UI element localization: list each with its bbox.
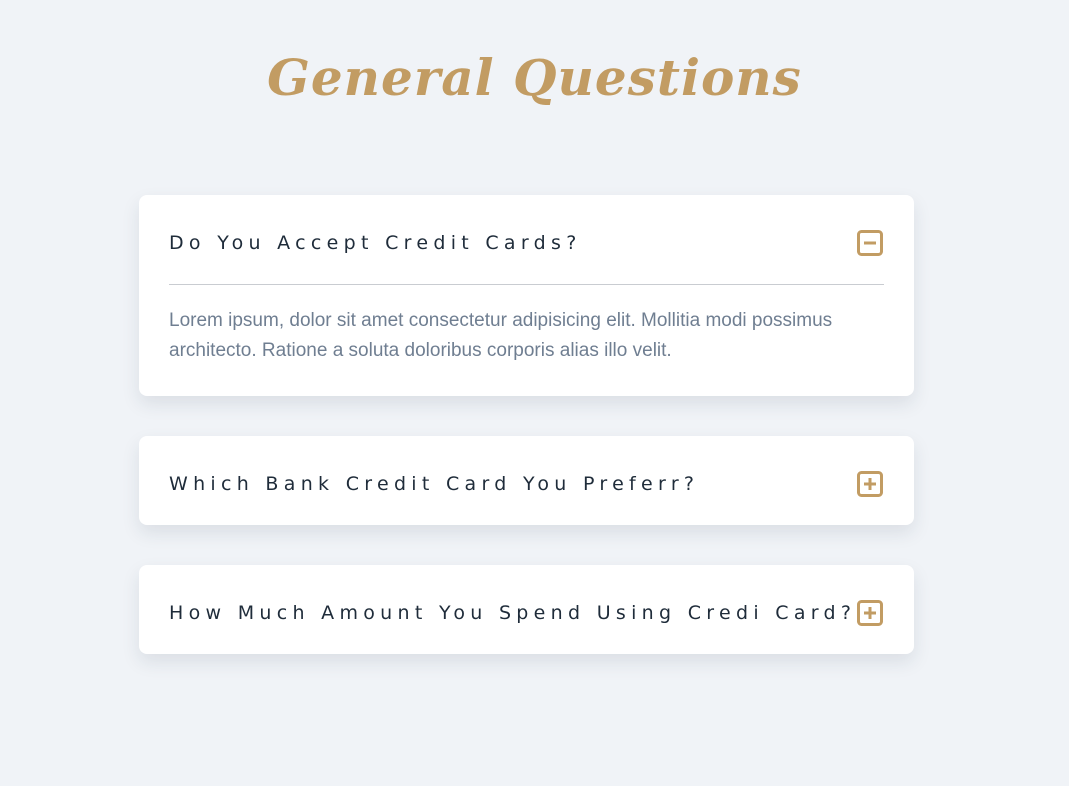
faq-question: How Much Amount You Spend Using Credi Ca… xyxy=(169,602,857,624)
faq-question: Which Bank Credit Card You Preferr? xyxy=(169,473,700,495)
faq-item-spend-amount: How Much Amount You Spend Using Credi Ca… xyxy=(139,565,914,654)
faq-item-credit-cards: Do You Accept Credit Cards? Lorem ipsum,… xyxy=(139,195,914,396)
plus-square-icon[interactable] xyxy=(857,471,883,497)
faq-answer: Lorem ipsum, dolor sit amet consectetur … xyxy=(169,310,833,361)
faq-item-header[interactable]: Which Bank Credit Card You Preferr? xyxy=(169,436,884,525)
minus-square-icon[interactable] xyxy=(857,230,883,256)
faq-item-header[interactable]: How Much Amount You Spend Using Credi Ca… xyxy=(169,565,884,654)
faq-divider xyxy=(169,284,884,285)
faq-question: Do You Accept Credit Cards? xyxy=(169,232,582,254)
plus-square-icon[interactable] xyxy=(857,600,883,626)
faq-item-header[interactable]: Do You Accept Credit Cards? xyxy=(169,195,884,284)
faq-item-bank-card: Which Bank Credit Card You Preferr? xyxy=(139,436,914,525)
page-title: General Questions xyxy=(267,48,802,107)
